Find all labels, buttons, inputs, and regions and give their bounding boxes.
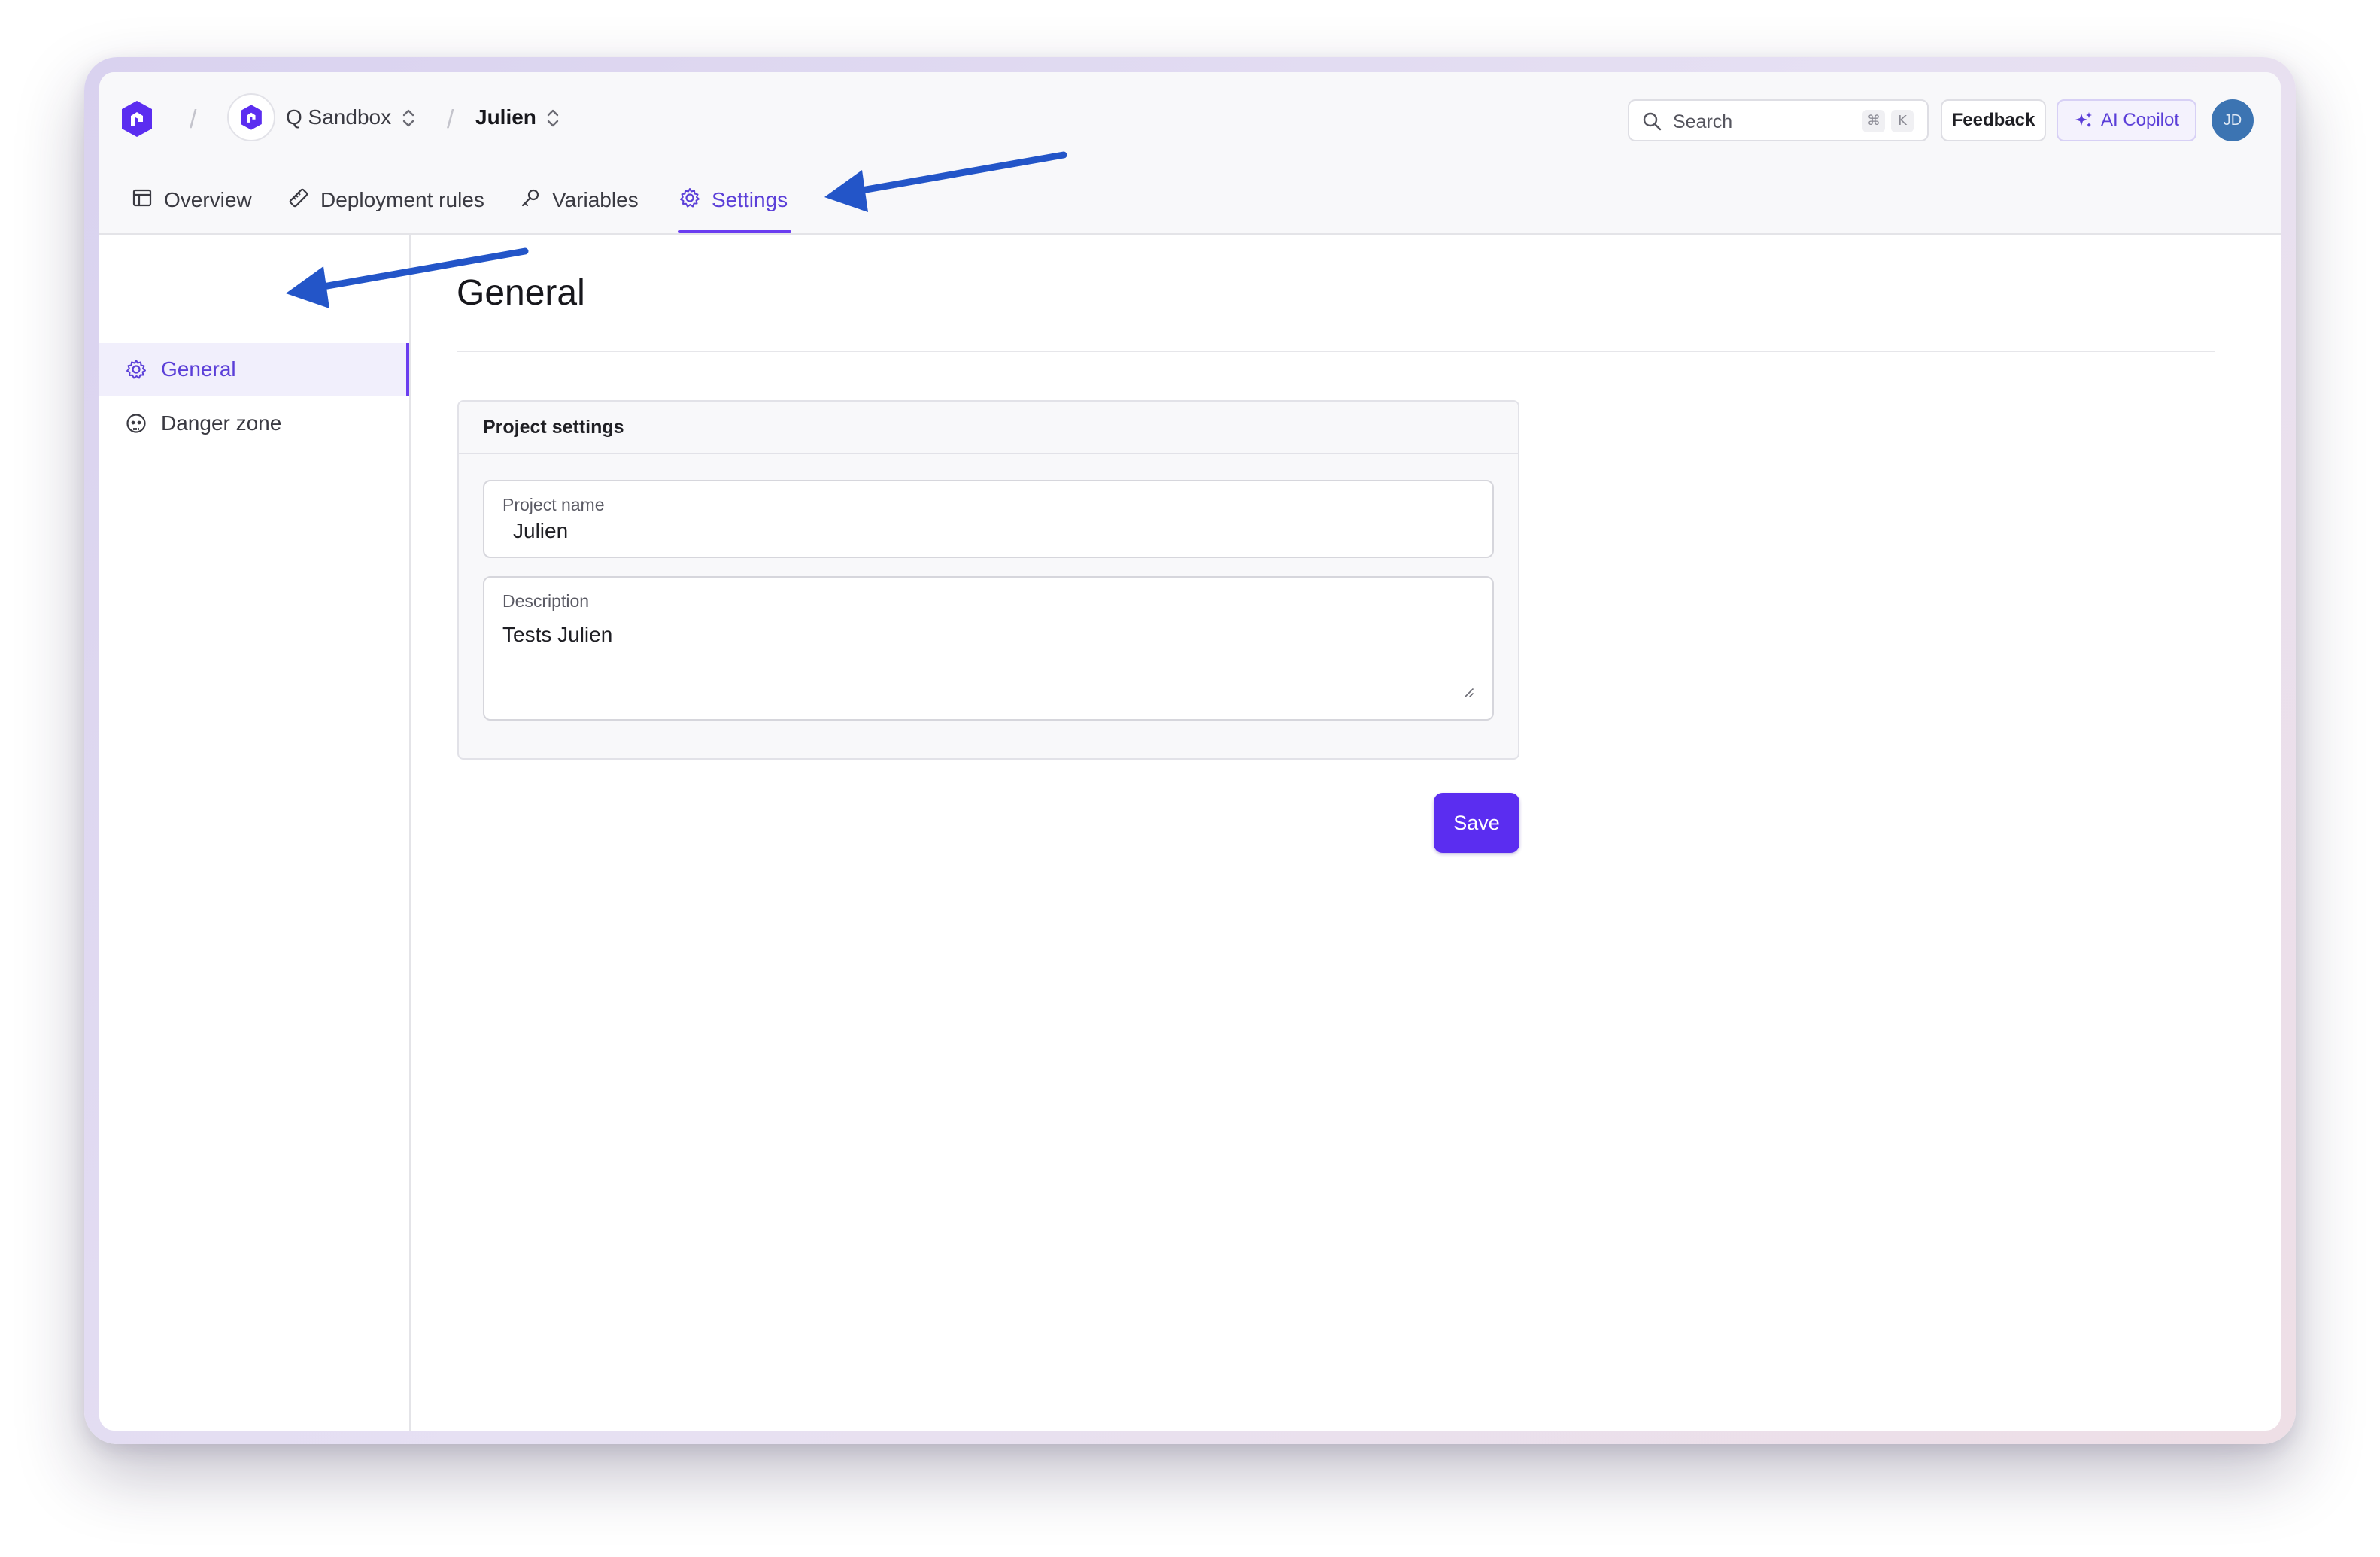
breadcrumb-separator: / [190, 105, 197, 134]
search-input[interactable]: Search ⌘ K [1628, 99, 1929, 141]
resize-handle-icon[interactable] [1462, 686, 1474, 698]
gear-icon [680, 188, 700, 208]
ai-copilot-label: AI Copilot [2100, 110, 2180, 130]
sidebar-item-danger-zone[interactable]: Danger zone [99, 397, 409, 450]
gear-icon [126, 360, 146, 379]
layout-icon [132, 189, 152, 207]
organization-avatar[interactable] [227, 93, 275, 141]
tab-variables-label: Variables [552, 188, 639, 211]
breadcrumb-project[interactable]: Julien [475, 107, 536, 128]
project-name-value: Julien [513, 519, 569, 542]
tab-overview[interactable]: Overview [131, 188, 252, 233]
description-label: Description [502, 591, 590, 611]
card-title: Project settings [459, 402, 1518, 454]
sidebar-item-danger-zone-label: Danger zone [161, 411, 282, 435]
save-button[interactable]: Save [1434, 793, 1519, 853]
description-value: Tests Julien [502, 623, 613, 646]
title-divider [457, 351, 2215, 352]
sparkles-icon [2075, 112, 2092, 127]
search-placeholder: Search [1673, 111, 1733, 132]
app-window: / Q Sandbox / Julien Search ⌘ K Feedback [99, 72, 2281, 1431]
tab-overview-label: Overview [164, 188, 252, 211]
top-bar: / Q Sandbox / Julien Search ⌘ K Feedback [99, 72, 2281, 235]
sidebar-item-general[interactable]: General [99, 343, 409, 396]
tab-deployment-rules[interactable]: Deployment rules [287, 188, 484, 233]
project-name-field[interactable]: Project name Julien [483, 480, 1494, 558]
settings-sidebar: General Danger zone [99, 235, 411, 1431]
tab-variables[interactable]: Variables [519, 188, 639, 233]
breadcrumb-separator: / [447, 105, 454, 134]
tab-deployment-rules-label: Deployment rules [320, 188, 484, 211]
key-icon [521, 189, 539, 207]
tab-settings-label: Settings [712, 188, 788, 211]
sidebar-item-general-label: General [161, 357, 236, 381]
tab-settings[interactable]: Settings [678, 188, 788, 233]
description-field[interactable]: Description Tests Julien [483, 576, 1494, 721]
user-avatar[interactable]: JD [2212, 99, 2254, 141]
feedback-button[interactable]: Feedback [1941, 99, 2046, 141]
shortcut-command-key: ⌘ [1862, 110, 1885, 132]
ai-copilot-button[interactable]: AI Copilot [2057, 99, 2196, 141]
skull-icon [126, 414, 146, 433]
breadcrumb-organization[interactable]: Q Sandbox [286, 107, 391, 128]
organization-logo-icon [241, 105, 262, 130]
search-icon [1643, 112, 1662, 131]
page-title: General [457, 273, 585, 313]
project-settings-card: Project settings Project name Julien Des… [457, 400, 1519, 760]
shortcut-k-key: K [1891, 110, 1914, 132]
project-name-label: Project name [502, 495, 605, 514]
ruler-icon [289, 188, 308, 208]
chevron-up-down-icon[interactable] [400, 107, 417, 129]
chevron-up-down-icon[interactable] [545, 107, 561, 129]
app-logo-icon[interactable] [119, 99, 155, 138]
active-tab-indicator [678, 230, 791, 233]
